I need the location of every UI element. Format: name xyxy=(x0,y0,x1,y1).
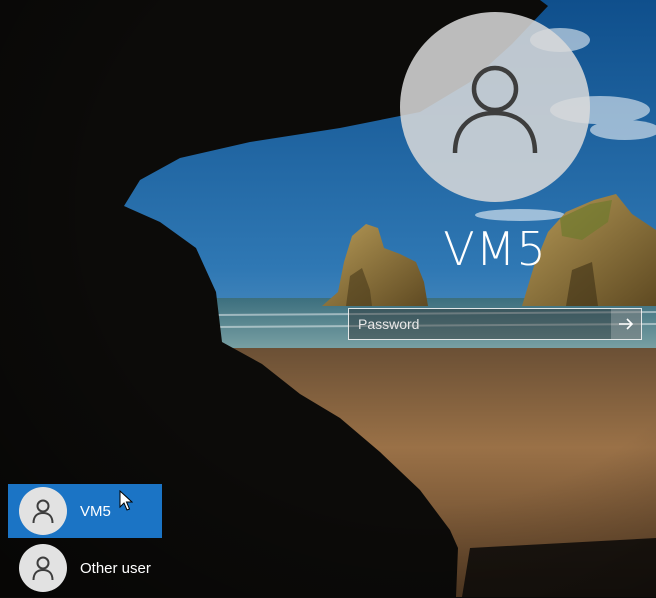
user-avatar-large xyxy=(400,12,590,202)
mouse-cursor-icon xyxy=(119,490,133,511)
submit-button[interactable] xyxy=(611,309,641,339)
arrow-right-icon xyxy=(619,318,634,330)
username-title: VM5 xyxy=(443,222,547,276)
user-list-item-label: VM5 xyxy=(80,502,111,520)
user-icon xyxy=(32,556,54,581)
user-list-item-other-user[interactable]: Other user xyxy=(8,541,162,595)
password-input[interactable] xyxy=(349,309,611,339)
user-icon xyxy=(452,65,538,154)
user-list-item-vm5[interactable]: VM5 xyxy=(8,484,162,538)
user-avatar xyxy=(19,544,67,592)
user-list-item-label: Other user xyxy=(80,559,151,577)
user-switcher-list: VM5 Other user xyxy=(8,484,162,598)
user-avatar xyxy=(19,487,67,535)
password-field-container xyxy=(348,308,642,340)
user-icon xyxy=(32,499,54,524)
